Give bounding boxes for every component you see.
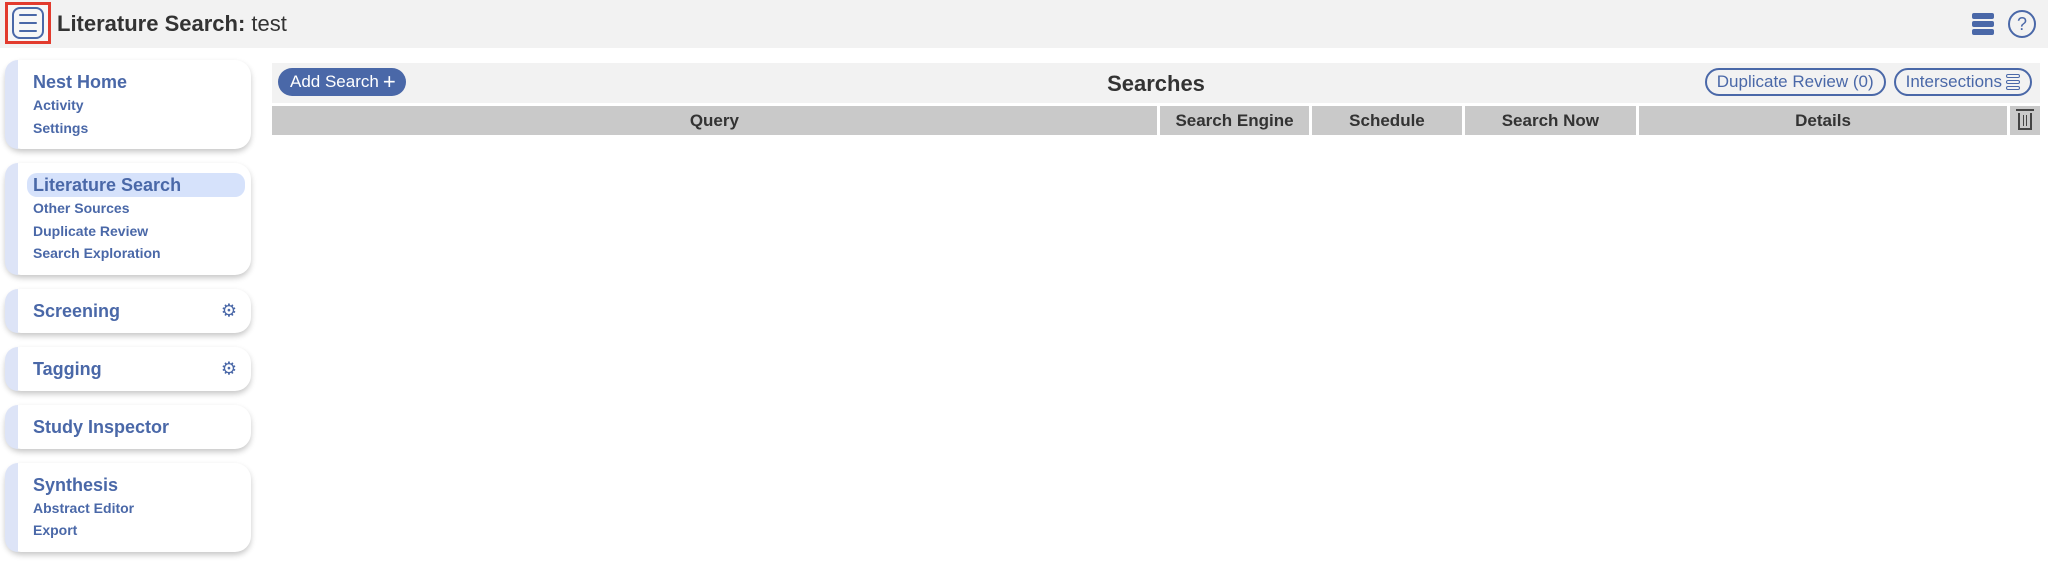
- add-search-button[interactable]: Add Search +: [278, 68, 406, 96]
- sidebar-card-nest-home: Nest Home Activity Settings: [5, 60, 251, 149]
- sidebar-item-activity[interactable]: Activity: [33, 94, 241, 117]
- column-search-engine[interactable]: Search Engine: [1159, 106, 1310, 135]
- delete-all-button[interactable]: [2010, 106, 2040, 135]
- sidebar-card-study-inspector: Study Inspector: [5, 404, 251, 449]
- server-icon[interactable]: [1972, 12, 1994, 36]
- sidebar-item-abstract-editor[interactable]: Abstract Editor: [33, 497, 241, 520]
- searches-table: Query Search Engine Schedule Search Now …: [269, 106, 2043, 135]
- sidebar-item-search-exploration[interactable]: Search Exploration: [33, 242, 241, 265]
- searches-title: Searches: [1107, 71, 1205, 96]
- sidebar-card-literature-search: Literature Search Other Sources Duplicat…: [5, 163, 251, 275]
- sidebar-item-study-inspector[interactable]: Study Inspector: [33, 415, 241, 439]
- gear-icon[interactable]: ⚙: [221, 358, 237, 379]
- database-icon: [2006, 74, 2020, 90]
- sidebar: Nest Home Activity Settings Literature S…: [5, 60, 251, 566]
- column-details[interactable]: Details: [1639, 106, 2008, 135]
- sidebar-item-settings[interactable]: Settings: [33, 117, 241, 140]
- column-schedule[interactable]: Schedule: [1312, 106, 1462, 135]
- sidebar-item-duplicate-review[interactable]: Duplicate Review: [33, 220, 241, 243]
- sidebar-item-other-sources[interactable]: Other Sources: [33, 197, 241, 220]
- page-title: Literature Search: test: [57, 11, 287, 36]
- sidebar-item-literature-search[interactable]: Literature Search: [27, 173, 245, 197]
- duplicate-review-button[interactable]: Duplicate Review (0): [1704, 68, 1886, 96]
- sidebar-item-export[interactable]: Export: [33, 519, 241, 542]
- hamburger-icon: [12, 7, 44, 39]
- intersections-button[interactable]: Intersections: [1893, 68, 2032, 96]
- main-panel: Add Search + Searches Duplicate Review (…: [272, 63, 2040, 135]
- sidebar-card-synthesis: Synthesis Abstract Editor Export: [5, 462, 251, 552]
- hamburger-menu-button[interactable]: [5, 2, 51, 44]
- top-bar: Literature Search: test ?: [0, 0, 2048, 48]
- column-search-now[interactable]: Search Now: [1464, 106, 1637, 135]
- gear-icon[interactable]: ⚙: [221, 300, 237, 321]
- sidebar-card-screening: Screening ⚙: [5, 288, 251, 333]
- column-query[interactable]: Query: [272, 106, 1157, 135]
- sidebar-item-nest-home[interactable]: Nest Home: [33, 70, 241, 94]
- sidebar-item-synthesis[interactable]: Synthesis: [33, 473, 241, 497]
- searches-header: Add Search + Searches Duplicate Review (…: [272, 63, 2040, 103]
- plus-icon: +: [382, 69, 396, 94]
- sidebar-card-tagging: Tagging ⚙: [5, 346, 251, 391]
- trash-icon: [2016, 108, 2035, 130]
- sidebar-item-screening[interactable]: Screening: [33, 299, 241, 323]
- help-icon[interactable]: ?: [2008, 10, 2036, 38]
- sidebar-item-tagging[interactable]: Tagging: [33, 357, 241, 381]
